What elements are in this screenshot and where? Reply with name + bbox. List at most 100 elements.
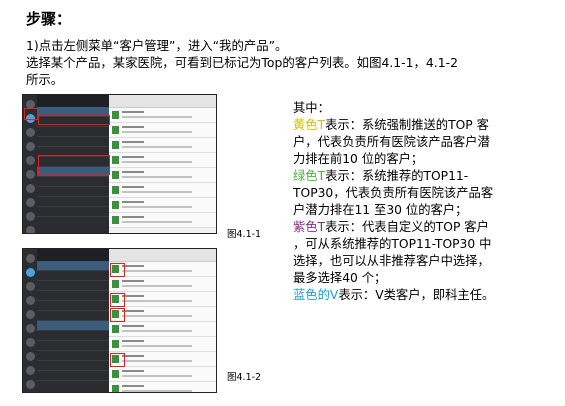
highlight-box (110, 308, 125, 322)
top-t-icon (112, 156, 119, 164)
yellow-note-line-3: 力排在前10 位的客户； (293, 152, 424, 166)
top-t-icon (112, 370, 119, 378)
yellow-note-text: 表示：系统强制推送的TOP 客 (325, 118, 489, 132)
notes-intro: 其中： (293, 101, 330, 115)
yellow-note-line-2: 户，代表负责所有医院该产品客户潜 (293, 135, 490, 149)
menu-row (37, 127, 109, 137)
legend-notes: 其中： 黄色T表示：系统强制推送的TOP 客 户，代表负责所有医院该产品客户潜 … (293, 100, 555, 304)
figure-caption-2: 图4.1-2 (227, 372, 262, 383)
blue-keyword: 蓝色的V (293, 288, 339, 302)
menu-row (37, 187, 109, 197)
list-item (109, 153, 216, 168)
list-item (109, 277, 216, 292)
list-item (109, 183, 216, 198)
list-item (109, 138, 216, 153)
menu-row (37, 301, 109, 311)
highlight-box (110, 293, 125, 307)
intro-line-1: 1)点击左侧菜单“客户管理”，进入“我的产品”。 (26, 38, 288, 53)
purple-note-line-2: ，可从系统推荐的TOP11-TOP30 中 (293, 237, 492, 251)
top-t-icon (112, 111, 119, 119)
top-t-icon (112, 186, 119, 194)
intro-paragraph: 1)点击左侧菜单“客户管理”，进入“我的产品”。 选择某个产品，某家医院，可看到… (26, 37, 556, 88)
list-item (109, 213, 216, 228)
purple-note-text: 表示：代表自定义的TOP 客户 (325, 220, 489, 234)
top-t-icon (112, 340, 119, 348)
nav-icon (25, 282, 35, 291)
list-item (109, 307, 216, 322)
highlight-box (38, 155, 110, 175)
menu-row (37, 371, 109, 381)
menu-row (37, 321, 109, 331)
customer-list (109, 249, 216, 392)
customer-management-icon (25, 268, 35, 277)
nav-icon (25, 184, 35, 193)
top-t-icon (112, 201, 119, 209)
list-toolbar (109, 95, 216, 108)
menu-row (37, 311, 109, 321)
nav-icon (25, 212, 35, 221)
list-item (109, 367, 216, 382)
nav-icon (25, 170, 35, 179)
app-logo-icon (25, 254, 35, 263)
highlight-box (24, 108, 38, 120)
menu-row (37, 341, 109, 351)
list-item (109, 322, 216, 337)
list-item (109, 168, 216, 183)
top-t-icon (112, 385, 119, 392)
blue-note-line-1: 蓝色的V表示：V类客户，即科主任。 (293, 287, 555, 304)
nav-icon (25, 142, 35, 151)
green-note-line-3: 户潜力排在11 至30 位的客户； (293, 203, 468, 217)
nav-icon (25, 296, 35, 305)
menu-row (37, 177, 109, 187)
green-note-text: 表示：系统推荐的TOP11- (325, 169, 469, 183)
nav-icon (25, 198, 35, 207)
green-note-line-2: TOP30，代表负责所有医院该产品客 (293, 186, 494, 200)
top-t-icon (112, 126, 119, 134)
highlight-box (110, 353, 125, 367)
app-icon-sidebar (23, 249, 37, 392)
list-item (109, 262, 216, 277)
nav-icon (25, 352, 35, 361)
menu-row (37, 351, 109, 361)
nav-icon (25, 338, 35, 347)
menu-row (37, 361, 109, 371)
green-keyword: 绿色T (293, 169, 326, 183)
menu-row (37, 261, 109, 271)
nav-icon (25, 156, 35, 165)
figure-4-1-2-screenshot (22, 248, 217, 393)
top-t-icon (112, 141, 119, 149)
list-item (109, 198, 216, 213)
nav-icon (25, 226, 35, 233)
list-item (109, 337, 216, 352)
yellow-note-line-1: 黄色T表示：系统强制推送的TOP 客 (293, 117, 555, 134)
highlight-box (38, 115, 110, 125)
menu-header (37, 95, 109, 107)
menu-row (37, 271, 109, 281)
customer-list (109, 95, 216, 233)
nav-icon (25, 310, 35, 319)
nav-icon (25, 366, 35, 375)
purple-keyword: 紫色T (293, 220, 326, 234)
menu-row (37, 281, 109, 291)
figure-caption-1: 图4.1-1 (227, 229, 262, 240)
product-menu (37, 249, 109, 392)
blue-note-text: 表示：V类客户，即科主任。 (338, 288, 495, 302)
top-t-icon (112, 325, 119, 333)
menu-row (37, 137, 109, 147)
menu-row (37, 331, 109, 341)
list-item (109, 382, 216, 392)
purple-note-line-1: 紫色T表示：代表自定义的TOP 客户 (293, 219, 555, 236)
yellow-keyword: 黄色T (293, 118, 326, 132)
nav-icon (25, 324, 35, 333)
list-toolbar (109, 249, 216, 262)
top-t-icon (112, 280, 119, 288)
purple-note-line-4: 最多选择40 个； (293, 271, 387, 285)
green-note-line-1: 绿色T表示：系统推荐的TOP11- (293, 168, 555, 185)
highlight-box (110, 263, 125, 277)
list-item (109, 352, 216, 367)
menu-header (37, 249, 109, 261)
figure-4-1-1-screenshot (22, 94, 217, 234)
page-heading: 步骤： (26, 10, 72, 28)
nav-icon (25, 128, 35, 137)
menu-row (37, 291, 109, 301)
